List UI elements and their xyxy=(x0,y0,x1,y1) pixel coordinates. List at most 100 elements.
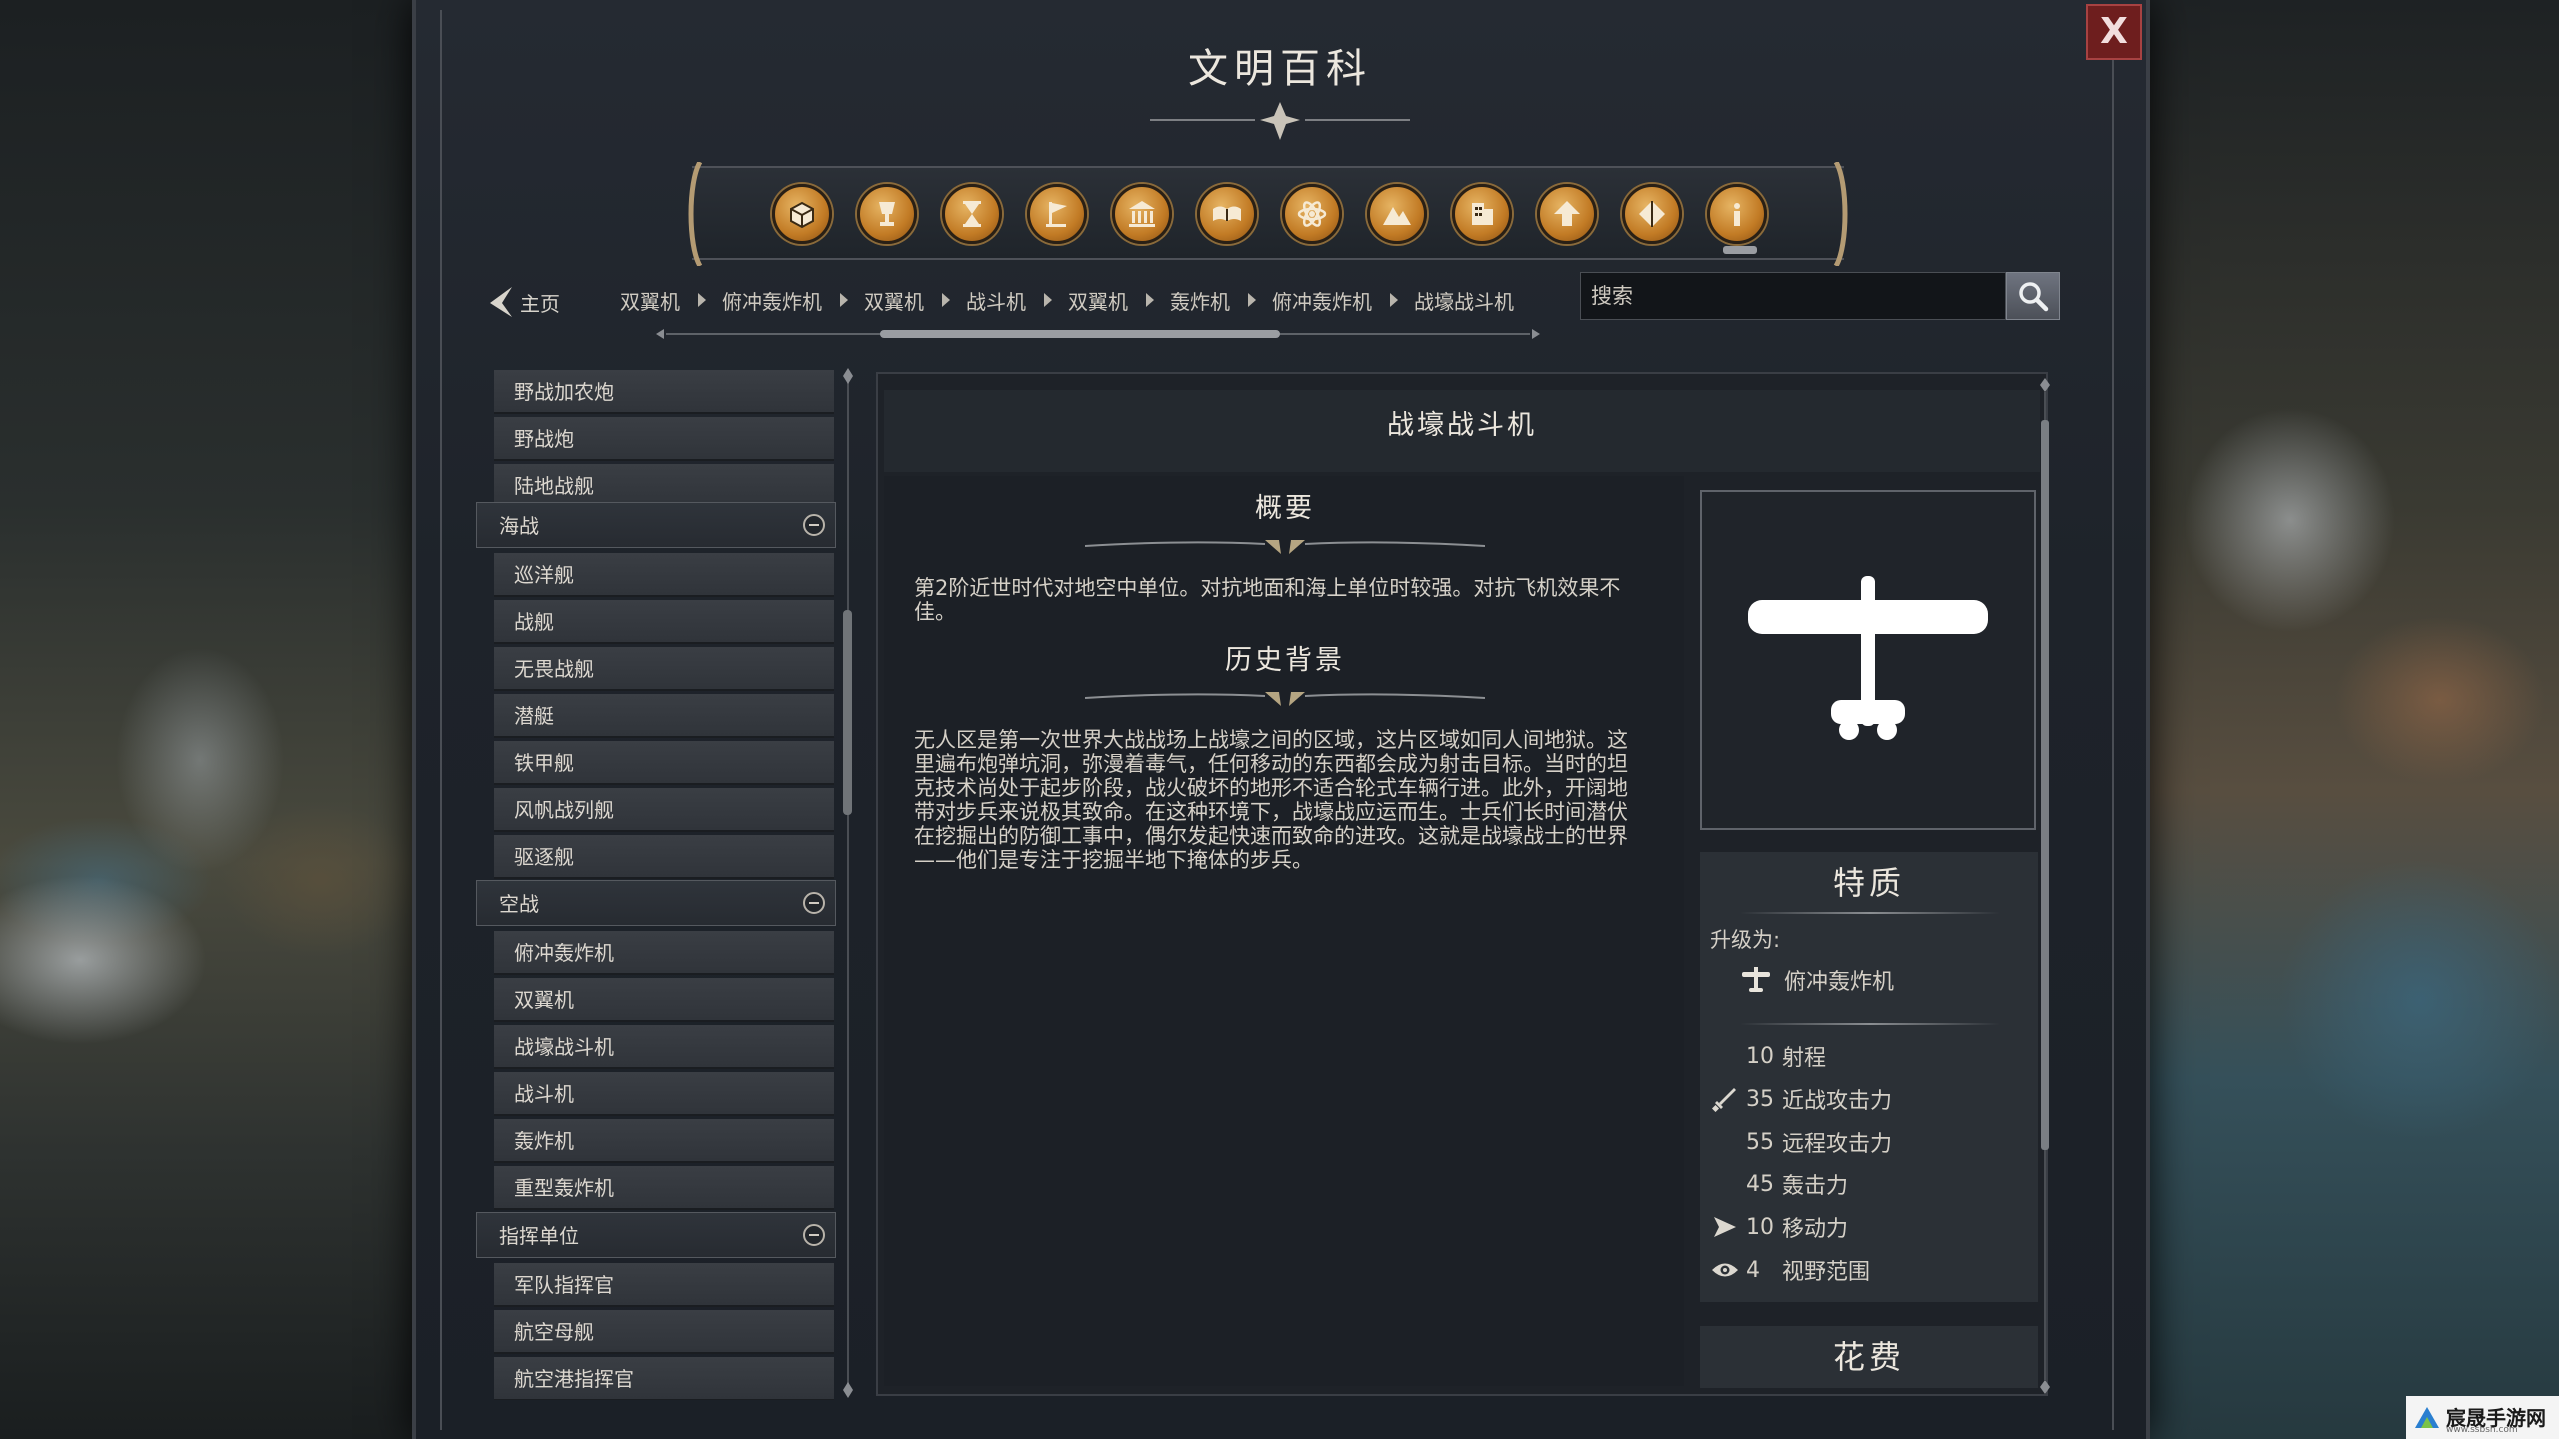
book-icon[interactable] xyxy=(1197,184,1257,244)
breadcrumb-item[interactable]: 战斗机 xyxy=(966,286,1026,315)
breadcrumb-item[interactable]: 俯冲轰炸机 xyxy=(722,286,822,315)
close-button[interactable]: X xyxy=(2086,4,2142,60)
category-naval[interactable]: 海战 xyxy=(476,502,836,548)
detail-title: 战壕战斗机 xyxy=(884,390,2040,472)
list-item[interactable]: 俯冲轰炸机 xyxy=(494,931,834,975)
list-item[interactable]: 双翼机 xyxy=(494,978,834,1022)
list-item[interactable]: 潜艇 xyxy=(494,694,834,738)
breadcrumb-item[interactable]: 双翼机 xyxy=(1068,286,1128,315)
category-toolbar xyxy=(688,162,1848,266)
collapse-icon[interactable] xyxy=(803,514,825,536)
window-title: 文明百科 xyxy=(1188,46,1372,92)
hourglass-icon[interactable] xyxy=(942,184,1002,244)
breadcrumb-item[interactable]: 轰炸机 xyxy=(1170,286,1230,315)
upgrade-label: 升级为: xyxy=(1710,928,1781,952)
home-link[interactable]: 主页 xyxy=(486,282,560,322)
unit-portrait xyxy=(1700,490,2036,830)
list-item[interactable]: 战舰 xyxy=(494,600,834,644)
traits-divider xyxy=(1740,1023,2000,1025)
flag-icon[interactable] xyxy=(1027,184,1087,244)
stat-label: 移动力 xyxy=(1782,1217,1849,1242)
stat-icon-empty xyxy=(1710,1041,1740,1071)
stat-label: 视野范围 xyxy=(1782,1260,1871,1285)
toolbar-selected-indicator xyxy=(1723,246,1757,254)
upgrade-target-label: 俯冲轰炸机 xyxy=(1784,970,1895,995)
list-scrollbar-thumb[interactable] xyxy=(843,610,852,815)
detail-scrollbar-thumb[interactable] xyxy=(2041,420,2049,1150)
institution-icon[interactable] xyxy=(1112,184,1172,244)
list-item[interactable]: 战斗机 xyxy=(494,1072,834,1116)
list-item[interactable]: 巡洋舰 xyxy=(494,553,834,597)
overview-text: 第2阶近世时代对地空中单位。对抗地面和海上单位时较强。对抗飞机效果不佳。 xyxy=(914,576,1621,624)
stat-label: 远程攻击力 xyxy=(1782,1132,1893,1157)
search-button[interactable] xyxy=(2006,272,2060,320)
map-background-left xyxy=(0,0,430,1439)
stat-vision: 4 视野范围 xyxy=(1710,1252,1870,1288)
cost-title: 花费 xyxy=(1700,1326,2038,1388)
mountain-icon[interactable] xyxy=(1367,184,1427,244)
traits-title: 特质 xyxy=(1832,864,1905,902)
stat-value: 35 xyxy=(1746,1086,1774,1112)
upgrade-target-link[interactable]: 俯冲轰炸机 xyxy=(1740,962,1894,998)
diamond-icon[interactable] xyxy=(1622,184,1682,244)
stat-value: 4 xyxy=(1746,1257,1760,1283)
back-arrow-icon xyxy=(490,287,512,317)
traits-divider xyxy=(1740,912,2000,914)
history-title: 历史背景 xyxy=(1225,645,1345,676)
arrow-up-icon[interactable] xyxy=(1537,184,1597,244)
list-item[interactable]: 风帆战列舰 xyxy=(494,788,834,832)
category-label: 海战 xyxy=(499,514,539,538)
site-watermark: 宸晟手游网 www.ssbsh.com xyxy=(2406,1396,2559,1439)
home-label: 主页 xyxy=(520,291,560,316)
list-item[interactable]: 轰炸机 xyxy=(494,1119,834,1163)
list-item[interactable]: 军队指挥官 xyxy=(494,1263,834,1307)
search-input[interactable] xyxy=(1580,272,2006,320)
collapse-icon[interactable] xyxy=(803,1224,825,1246)
search-icon xyxy=(2019,282,2049,312)
unit-list: 野战加农炮 野战炮 陆地战舰 海战 巡洋舰 战舰 无畏战舰 潜艇 铁甲舰 风帆战… xyxy=(476,370,844,1400)
breadcrumb-item[interactable]: 双翼机 xyxy=(864,286,924,315)
list-item[interactable]: 野战炮 xyxy=(494,417,834,461)
list-item[interactable]: 无畏战舰 xyxy=(494,647,834,691)
stat-value: 45 xyxy=(1746,1171,1774,1197)
box-icon[interactable] xyxy=(772,184,832,244)
list-item[interactable]: 驱逐舰 xyxy=(494,835,834,879)
biplane-icon xyxy=(1742,967,1770,992)
category-air[interactable]: 空战 xyxy=(476,880,836,926)
collapse-icon[interactable] xyxy=(803,892,825,914)
breadcrumb-item[interactable]: 俯冲轰炸机 xyxy=(1272,286,1372,315)
stat-ranged: 55 远程攻击力 xyxy=(1710,1124,1892,1160)
breadcrumb-separator-icon xyxy=(840,293,848,307)
list-item[interactable]: 重型轰炸机 xyxy=(494,1166,834,1210)
stat-bombard: 45 轰击力 xyxy=(1710,1166,1848,1202)
stat-melee: 35 近战攻击力 xyxy=(1710,1081,1892,1117)
stat-range: 10 射程 xyxy=(1710,1038,1826,1074)
info-icon[interactable] xyxy=(1707,184,1767,244)
list-item[interactable]: 野战加农炮 xyxy=(494,370,834,414)
goblet-icon[interactable] xyxy=(857,184,917,244)
breadcrumb-scrollbar[interactable] xyxy=(656,326,1540,342)
stat-movement: 10 移动力 xyxy=(1710,1209,1848,1245)
breadcrumb: 双翼机 俯冲轰炸机 双翼机 战斗机 双翼机 轰炸机 俯冲轰炸机 战壕战斗机 xyxy=(620,280,1570,320)
breadcrumb-separator-icon xyxy=(1146,293,1154,307)
list-item[interactable]: 航空母舰 xyxy=(494,1310,834,1354)
stat-icon-empty xyxy=(1710,1127,1740,1157)
breadcrumb-item[interactable]: 双翼机 xyxy=(620,286,680,315)
breadcrumb-item-current[interactable]: 战壕战斗机 xyxy=(1414,286,1514,315)
eye-icon xyxy=(1710,1255,1740,1285)
atom-icon[interactable] xyxy=(1282,184,1342,244)
building-icon[interactable] xyxy=(1452,184,1512,244)
category-label: 指挥单位 xyxy=(499,1224,579,1248)
list-item[interactable]: 航空港指挥官 xyxy=(494,1357,834,1400)
list-item[interactable]: 铁甲舰 xyxy=(494,741,834,785)
breadcrumb-separator-icon xyxy=(698,293,706,307)
biplane-icon xyxy=(1748,576,1988,740)
site-logo-icon xyxy=(2415,1406,2439,1428)
toolbar-cap-right xyxy=(1833,162,1848,266)
list-item-selected[interactable]: 战壕战斗机 xyxy=(494,1025,834,1069)
stat-value: 55 xyxy=(1746,1129,1774,1155)
list-scrollbar[interactable] xyxy=(840,368,856,1398)
overview-title: 概要 xyxy=(1255,493,1315,524)
title-ornament xyxy=(1150,102,1410,140)
category-command[interactable]: 指挥单位 xyxy=(476,1212,836,1258)
